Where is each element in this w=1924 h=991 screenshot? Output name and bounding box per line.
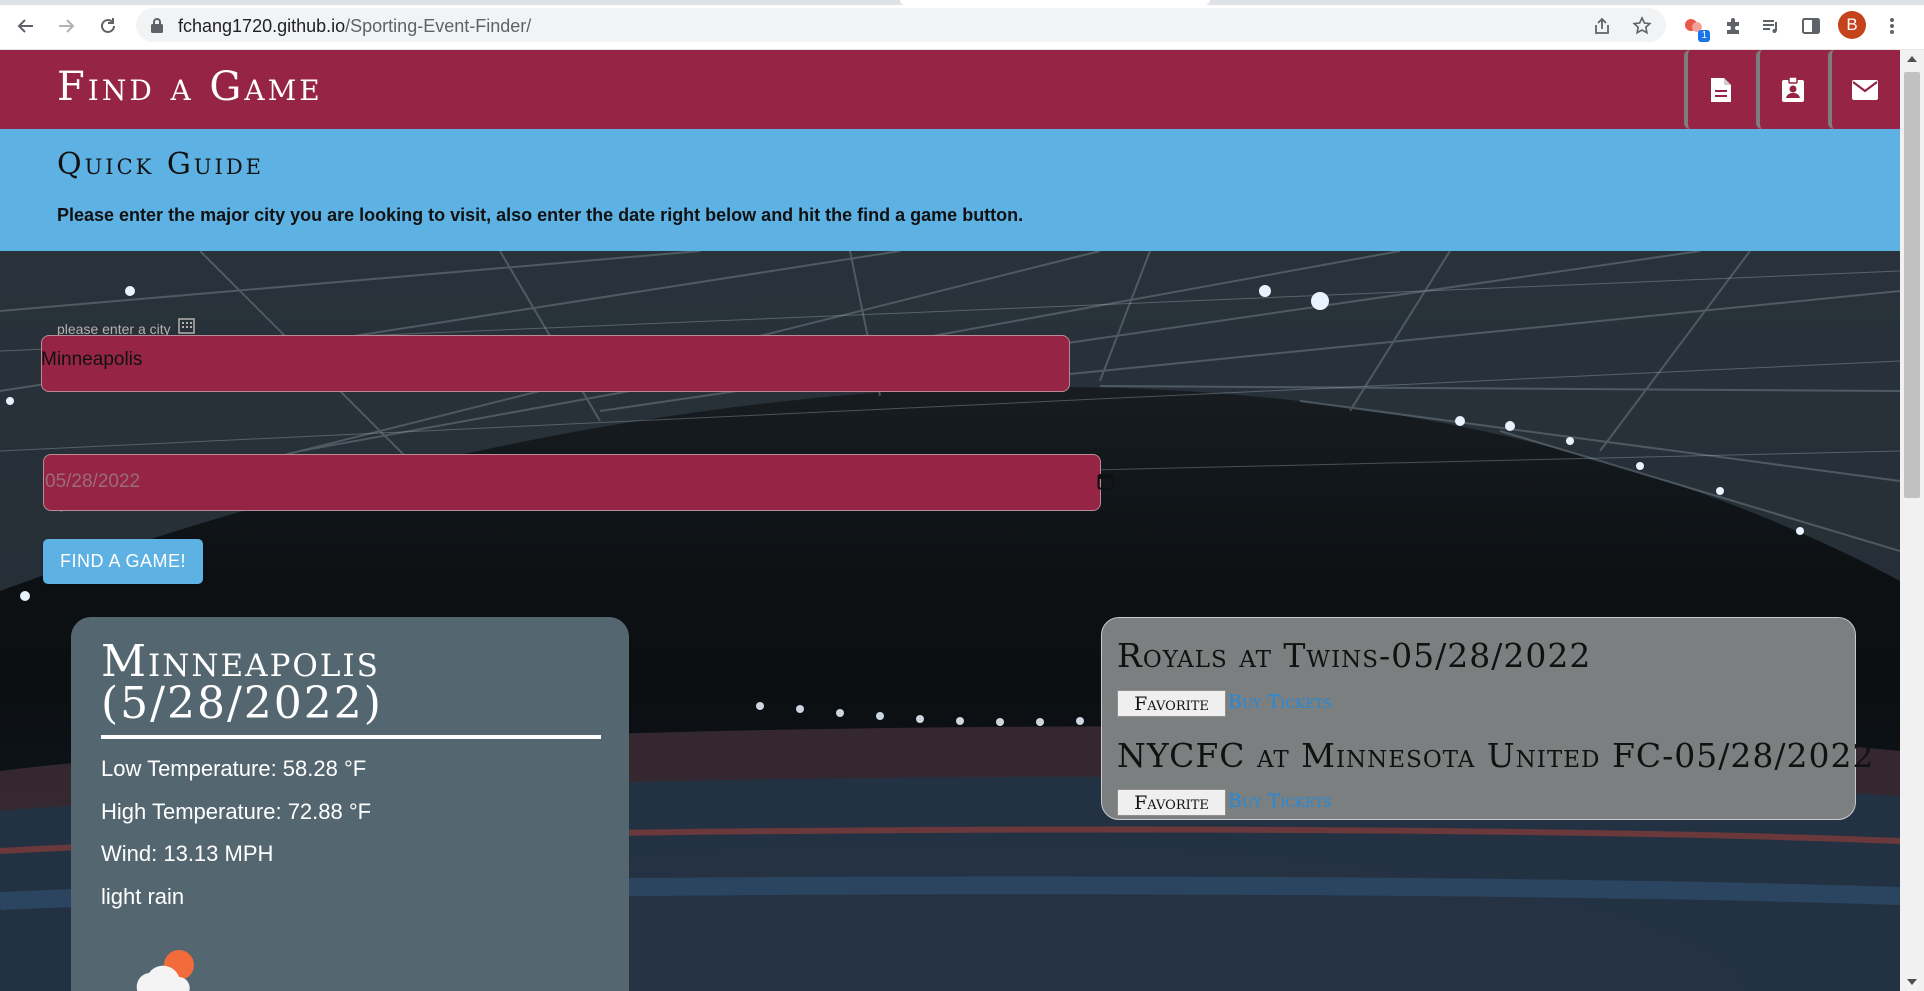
game-title: Royals at Twins-05/28/2022 [1117,636,1592,675]
bookmark-star-icon[interactable] [1632,16,1652,36]
game-title: NYCFC at Minnesota United FC-05/28/2022 [1117,736,1875,775]
weather-divider [101,735,601,739]
high-temperature: High Temperature: 72.88 °F [101,799,372,824]
back-button[interactable] [12,12,40,40]
extensions-puzzle-icon[interactable] [1719,12,1747,40]
buy-tickets-link[interactable]: Buy Tickets [1228,691,1332,713]
scroll-up-icon[interactable] [1907,56,1917,62]
stadium-background: please enter a city Minneapolis 05/28/20… [0,251,1900,991]
weather-card: Minneapolis (5/28/2022) Low Temperature:… [71,617,629,991]
forward-button[interactable] [52,12,80,40]
weather-title: Minneapolis (5/28/2022) [101,636,383,729]
buy-tickets-link[interactable]: Buy Tickets [1228,790,1332,812]
document-icon [1711,77,1731,102]
guide-text: Please enter the major city you are look… [57,205,1024,225]
url-text: fchang1720.github.io/Sporting-Event-Find… [178,16,532,36]
quick-guide: Quick Guide Please enter the major city … [0,129,1900,251]
games-card: Royals at Twins-05/28/2022 Favorite Buy … [1101,617,1873,820]
reload-icon [101,18,115,33]
address-bar[interactable]: fchang1720.github.io/Sporting-Event-Find… [136,8,1666,42]
mail-icon [1852,79,1878,100]
contact-card-icon [1782,75,1804,102]
side-panel-icon[interactable] [1797,12,1825,40]
site-header: Find a Game [0,50,1900,129]
find-game-button[interactable]: FIND A GAME! [43,539,203,584]
mail-button[interactable] [1828,50,1898,129]
site-title: Find a Game [57,64,323,110]
contact-card-button[interactable] [1756,50,1826,129]
share-icon[interactable] [1592,16,1612,36]
favorite-button[interactable]: Favorite [1117,690,1226,717]
profile-avatar[interactable]: B [1838,11,1866,39]
favorite-button[interactable]: Favorite [1117,789,1226,816]
page-viewport: Find a Game Quick Guide Please enter the… [0,50,1900,991]
kebab-menu-icon[interactable] [1878,12,1906,40]
scrollbar-thumb[interactable] [1904,72,1920,498]
low-temperature: Low Temperature: 58.28 °F [101,756,367,781]
city-input-value: Minneapolis [41,349,143,370]
date-input-value: 05/28/2022 [45,471,141,492]
arrow-left-icon [17,19,33,33]
tab-strip [0,0,1924,5]
lock-icon [150,17,164,37]
wind-speed: Wind: 13.13 MPH [101,841,274,866]
vertical-scrollbar[interactable] [1900,50,1924,991]
media-queue-icon[interactable] [1757,12,1785,40]
document-button[interactable] [1684,50,1754,129]
arrow-right-icon [59,19,75,33]
extension-icon[interactable]: 1 [1680,12,1710,42]
scroll-down-icon[interactable] [1907,979,1917,985]
weather-description: light rain [101,884,185,909]
extension-badge: 1 [1698,30,1710,42]
date-input[interactable]: 05/28/2022 [43,454,1115,511]
reload-button[interactable] [94,12,122,40]
browser-toolbar: fchang1720.github.io/Sporting-Event-Find… [0,0,1924,50]
guide-title: Quick Guide [57,147,265,182]
city-input[interactable] [41,335,1070,392]
